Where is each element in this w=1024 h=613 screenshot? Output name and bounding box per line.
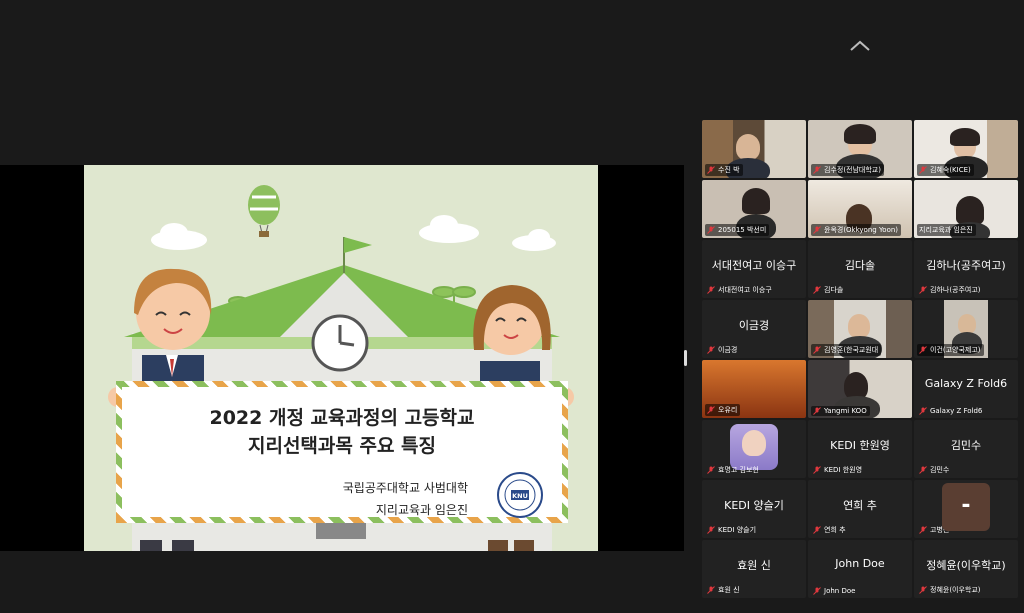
participant-display-name: KEDI 한원영 — [830, 439, 890, 452]
participant-tile[interactable]: KEDI 한원영 KEDI 한원영 — [808, 420, 912, 478]
participant-tile[interactable]: 이금경 이금경 — [702, 300, 806, 358]
university-seal-icon: KNU — [497, 472, 543, 518]
participant-display-name: 서대전여고 이승구 — [711, 259, 797, 272]
participant-tile[interactable]: 김민수 김민수 — [914, 420, 1018, 478]
participant-tile-active-speaker[interactable]: 지리교육과 임은진 — [914, 180, 1018, 238]
muted-mic-icon — [813, 166, 821, 174]
split-divider-handle[interactable] — [684, 350, 687, 366]
participant-tile[interactable]: 효원 신 효원 신 — [702, 540, 806, 598]
participant-name: 김민수 — [917, 464, 952, 476]
slide-affiliation: 국립공주대학교 사범대학 — [342, 481, 468, 495]
muted-mic-icon — [813, 286, 821, 294]
participant-display-name: 연희 추 — [843, 499, 877, 512]
slide-presenter: 지리교육과 임은진 — [375, 503, 468, 517]
muted-mic-icon — [813, 226, 821, 234]
muted-mic-icon — [707, 466, 715, 474]
participant-display-name: 김하나(공주여고) — [926, 259, 1006, 272]
participant-name: 이금경 — [705, 344, 740, 356]
participant-tile[interactable]: 김영훈(한국교원대 — [808, 300, 912, 358]
participant-display-name: 김다솔 — [844, 259, 876, 272]
muted-mic-icon — [707, 586, 715, 594]
participant-name: Galaxy Z Fold6 — [917, 406, 985, 416]
muted-mic-icon — [707, 346, 715, 354]
participant-tile[interactable]: KEDI 양슬기 KEDI 양슬기 — [702, 480, 806, 538]
muted-mic-icon — [707, 166, 715, 174]
participant-tile[interactable]: 연희 추 연희 추 — [808, 480, 912, 538]
participant-tile[interactable]: 김하나(공주여고) 김하나(공주여고) — [914, 240, 1018, 298]
muted-mic-icon — [813, 466, 821, 474]
shared-screen: 2022 개정 교육과정의 고등학교 지리선택과목 주요 특징 국립공주대학교 … — [0, 165, 684, 551]
muted-mic-icon — [813, 407, 821, 415]
participant-name: 효원 신 — [705, 584, 743, 596]
muted-mic-icon — [707, 226, 715, 234]
participant-tile[interactable]: 정혜윤(이우학교) 정혜윤(이우학교) — [914, 540, 1018, 598]
svg-text:KNU: KNU — [512, 492, 528, 500]
participant-name: 김다솔 — [811, 284, 846, 296]
participant-tile[interactable]: 오유리 — [702, 360, 806, 418]
muted-mic-icon — [919, 466, 927, 474]
participant-name: 김혜숙(KICE) — [917, 164, 974, 176]
participant-display-name: Galaxy Z Fold6 — [924, 377, 1008, 390]
participant-name: 연희 추 — [811, 524, 849, 536]
muted-mic-icon — [813, 526, 821, 534]
participant-tile[interactable]: Yangmi KOO — [808, 360, 912, 418]
participant-tile[interactable]: 이건(고양국제고) — [914, 300, 1018, 358]
participant-display-name: 정혜윤(이우학교) — [926, 559, 1006, 572]
participant-tile[interactable]: 수진 박 — [702, 120, 806, 178]
participant-name: 김영훈(한국교원대 — [811, 344, 882, 356]
participant-name: 이건(고양국제고) — [917, 344, 984, 356]
participant-name: 효명고 김보현 — [705, 464, 762, 476]
participant-display-name: 효원 신 — [737, 559, 771, 572]
participant-name: 오유리 — [705, 404, 741, 416]
muted-mic-icon — [919, 166, 927, 174]
participant-tile[interactable]: 효명고 김보현 — [702, 420, 806, 478]
participant-name: 정혜윤(이우학교) — [917, 584, 984, 596]
participant-display-name: John Doe — [835, 557, 885, 570]
muted-mic-icon — [707, 286, 715, 294]
participant-tile[interactable]: 김다솔 김다솔 — [808, 240, 912, 298]
participant-name: 김수정(전남대학교) — [811, 164, 884, 176]
minimize-button[interactable]: - — [942, 483, 990, 531]
participant-name: 김하나(공주여고) — [917, 284, 984, 296]
participant-display-name: 이금경 — [738, 319, 770, 332]
participant-tile[interactable]: 서대전여고 이승구 서대전여고 이승구 — [702, 240, 806, 298]
participant-name: KEDI 한원영 — [811, 464, 865, 476]
slide-title-line2: 지리선택과목 주요 특징 — [247, 435, 437, 457]
muted-mic-icon — [919, 407, 927, 415]
collapse-gallery-icon[interactable] — [848, 38, 872, 54]
participant-name: 지리교육과 임은진 — [917, 224, 976, 236]
participant-tile[interactable]: John Doe John Doe — [808, 540, 912, 598]
muted-mic-icon — [707, 406, 715, 414]
participant-name: John Doe — [811, 586, 858, 596]
muted-mic-icon — [919, 526, 927, 534]
participant-tile[interactable]: 김수정(전남대학교) — [808, 120, 912, 178]
participant-name: Yangmi KOO — [811, 406, 870, 416]
muted-mic-icon — [813, 587, 821, 595]
participant-tile[interactable]: 김혜숙(KICE) — [914, 120, 1018, 178]
title-card: 2022 개정 교육과정의 고등학교 지리선택과목 주요 특징 국립공주대학교 … — [116, 381, 568, 523]
participant-name: 수진 박 — [705, 164, 743, 176]
muted-mic-icon — [919, 346, 927, 354]
muted-mic-icon — [919, 286, 927, 294]
participant-tile[interactable]: Galaxy Z Fold6 Galaxy Z Fold6 — [914, 360, 1018, 418]
participant-name: 윤옥경(Okkyong Yoon) — [811, 224, 902, 236]
slide-title-line1: 2022 개정 교육과정의 고등학교 — [209, 407, 475, 429]
participant-display-name: 김민수 — [950, 439, 982, 452]
muted-mic-icon — [813, 346, 821, 354]
participant-tile[interactable]: 205015 박선미 — [702, 180, 806, 238]
participant-tile[interactable]: 윤옥경(Okkyong Yoon) — [808, 180, 912, 238]
participant-name: 서대전여고 이승구 — [705, 284, 775, 296]
participant-name: 205015 박선미 — [705, 224, 770, 236]
participant-display-name: KEDI 양슬기 — [724, 499, 784, 512]
muted-mic-icon — [919, 586, 927, 594]
presentation-slide: 2022 개정 교육과정의 고등학교 지리선택과목 주요 특징 국립공주대학교 … — [84, 165, 598, 551]
participant-name: KEDI 양슬기 — [705, 524, 759, 536]
muted-mic-icon — [707, 526, 715, 534]
